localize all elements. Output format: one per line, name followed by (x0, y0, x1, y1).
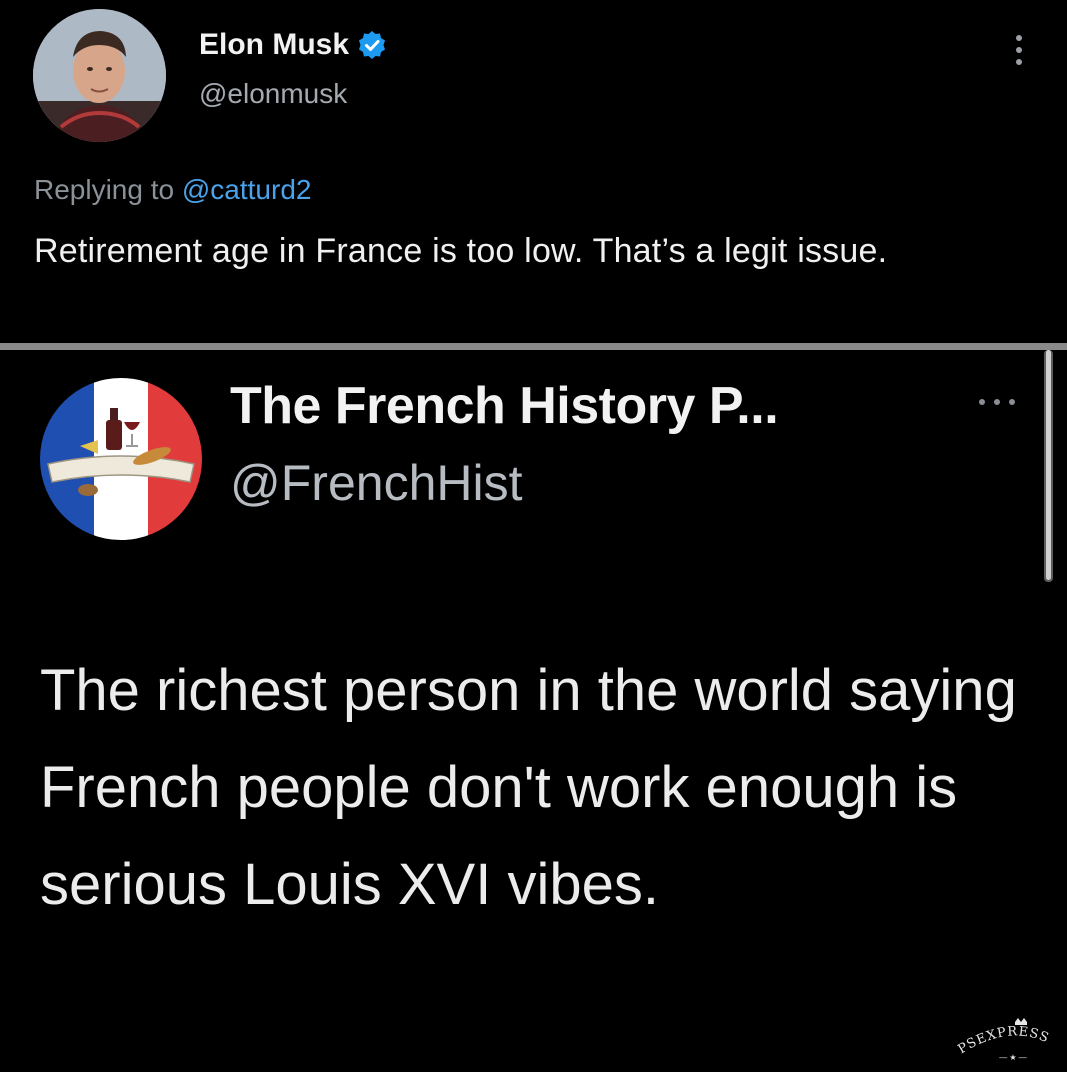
replying-to-line: Replying to @catturd2 (34, 174, 311, 206)
avatar-elonmusk[interactable] (33, 9, 166, 142)
watermark-logo: PSEXPRESS — ★ — (955, 1012, 1067, 1067)
tweet-elonmusk[interactable]: Elon Musk @elonmusk Replying to @catturd… (0, 0, 1067, 343)
author-name[interactable]: The French History P... (230, 376, 779, 436)
verified-badge-icon (357, 30, 387, 60)
replying-prefix: Replying to (34, 174, 175, 205)
scrollbar[interactable] (1044, 350, 1053, 582)
reply-mention-link[interactable]: @catturd2 (182, 174, 312, 205)
more-horizontal-icon[interactable] (972, 392, 1022, 412)
divider (0, 343, 1067, 350)
more-vertical-icon[interactable] (1004, 30, 1034, 70)
svg-text:— ★ —: — ★ — (999, 1053, 1027, 1062)
author-handle[interactable]: @FrenchHist (230, 454, 522, 512)
author-name-text[interactable]: Elon Musk (199, 28, 349, 62)
tweet-text: Retirement age in France is too low. Tha… (34, 232, 888, 270)
author-handle[interactable]: @elonmusk (199, 78, 347, 110)
tweet-text: The richest person in the world saying F… (40, 658, 1017, 917)
author-name[interactable]: Elon Musk (199, 28, 387, 62)
avatar-frenchhist[interactable] (40, 378, 202, 540)
tweet-frenchhist[interactable]: The French History P... @FrenchHist The … (0, 350, 1067, 1067)
